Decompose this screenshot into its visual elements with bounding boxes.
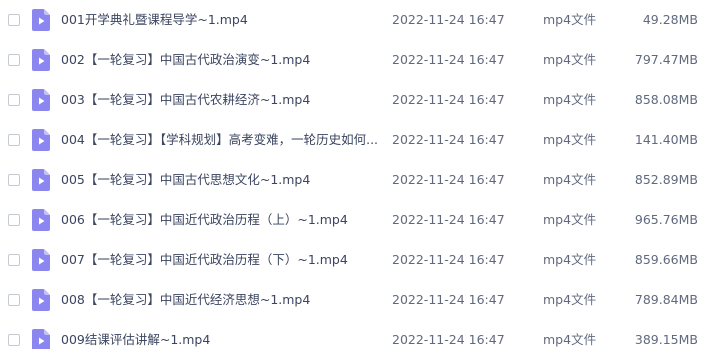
file-date: 2022-11-24 16:47	[392, 132, 505, 147]
file-row[interactable]: 006【一轮复习】中国近代政治历程（上）~1.mp4 2022-11-24 16:…	[0, 200, 712, 240]
file-date: 2022-11-24 16:47	[392, 92, 505, 107]
row-checkbox[interactable]	[8, 94, 20, 106]
file-row[interactable]: 007【一轮复习】中国近代政治历程（下）~1.mp4 2022-11-24 16:…	[0, 240, 712, 280]
row-checkbox[interactable]	[8, 334, 20, 346]
file-name[interactable]: 002【一轮复习】中国古代政治演变~1.mp4	[61, 40, 310, 80]
file-type: mp4文件	[543, 172, 597, 187]
file-date: 2022-11-24 16:47	[392, 212, 505, 227]
file-row[interactable]: 005【一轮复习】中国古代思想文化~1.mp4 2022-11-24 16:47 m…	[0, 160, 712, 200]
row-checkbox[interactable]	[8, 214, 20, 226]
file-type: mp4文件	[543, 292, 597, 307]
file-name[interactable]: 004【一轮复习】【学科规划】高考变难，一轮历史如何...	[61, 120, 378, 160]
file-list: 001开学典礼暨课程导学~1.mp4 2022-11-24 16:47 mp4文件 4…	[0, 0, 712, 349]
video-file-icon	[32, 129, 50, 151]
file-row[interactable]: 001开学典礼暨课程导学~1.mp4 2022-11-24 16:47 mp4文件 4…	[0, 0, 712, 40]
video-file-icon	[32, 169, 50, 191]
file-size: 852.89MB	[634, 172, 698, 187]
file-size: 789.84MB	[634, 292, 698, 307]
file-name[interactable]: 008【一轮复习】中国近代经济思想~1.mp4	[61, 280, 310, 320]
file-name[interactable]: 009结课评估讲解~1.mp4	[61, 320, 210, 349]
file-size: 797.47MB	[634, 52, 698, 67]
file-type: mp4文件	[543, 252, 597, 267]
video-file-icon	[32, 249, 50, 271]
video-file-icon	[32, 289, 50, 311]
file-row[interactable]: 004【一轮复习】【学科规划】高考变难，一轮历史如何... 2022-11-24 …	[0, 120, 712, 160]
file-row[interactable]: 003【一轮复习】中国古代农耕经济~1.mp4 2022-11-24 16:47 m…	[0, 80, 712, 120]
video-file-icon	[32, 49, 50, 71]
file-size: 141.40MB	[634, 132, 698, 147]
file-name[interactable]: 005【一轮复习】中国古代思想文化~1.mp4	[61, 160, 310, 200]
file-name[interactable]: 007【一轮复习】中国近代政治历程（下）~1.mp4	[61, 240, 348, 280]
row-checkbox[interactable]	[8, 174, 20, 186]
file-name[interactable]: 003【一轮复习】中国古代农耕经济~1.mp4	[61, 80, 310, 120]
file-date: 2022-11-24 16:47	[392, 172, 505, 187]
row-checkbox[interactable]	[8, 134, 20, 146]
file-type: mp4文件	[543, 132, 597, 147]
row-checkbox[interactable]	[8, 54, 20, 66]
file-name[interactable]: 001开学典礼暨课程导学~1.mp4	[61, 0, 248, 40]
file-size: 859.66MB	[634, 252, 698, 267]
file-type: mp4文件	[543, 212, 597, 227]
file-size: 858.08MB	[634, 92, 698, 107]
file-date: 2022-11-24 16:47	[392, 12, 505, 27]
file-date: 2022-11-24 16:47	[392, 292, 505, 307]
file-type: mp4文件	[543, 92, 597, 107]
file-name[interactable]: 006【一轮复习】中国近代政治历程（上）~1.mp4	[61, 200, 348, 240]
file-type: mp4文件	[543, 12, 597, 27]
file-row[interactable]: 002【一轮复习】中国古代政治演变~1.mp4 2022-11-24 16:47 m…	[0, 40, 712, 80]
row-checkbox[interactable]	[8, 14, 20, 26]
file-row[interactable]: 009结课评估讲解~1.mp4 2022-11-24 16:47 mp4文件 389.…	[0, 320, 712, 349]
row-checkbox[interactable]	[8, 294, 20, 306]
file-size: 49.28MB	[642, 12, 698, 27]
file-date: 2022-11-24 16:47	[392, 252, 505, 267]
row-checkbox[interactable]	[8, 254, 20, 266]
video-file-icon	[32, 89, 50, 111]
file-row[interactable]: 008【一轮复习】中国近代经济思想~1.mp4 2022-11-24 16:47 m…	[0, 280, 712, 320]
video-file-icon	[32, 9, 50, 31]
video-file-icon	[32, 209, 50, 231]
file-size: 965.76MB	[634, 212, 698, 227]
file-type: mp4文件	[543, 332, 597, 347]
file-type: mp4文件	[543, 52, 597, 67]
file-date: 2022-11-24 16:47	[392, 332, 505, 347]
video-file-icon	[32, 329, 50, 349]
file-date: 2022-11-24 16:47	[392, 52, 505, 67]
file-size: 389.15MB	[634, 332, 698, 347]
